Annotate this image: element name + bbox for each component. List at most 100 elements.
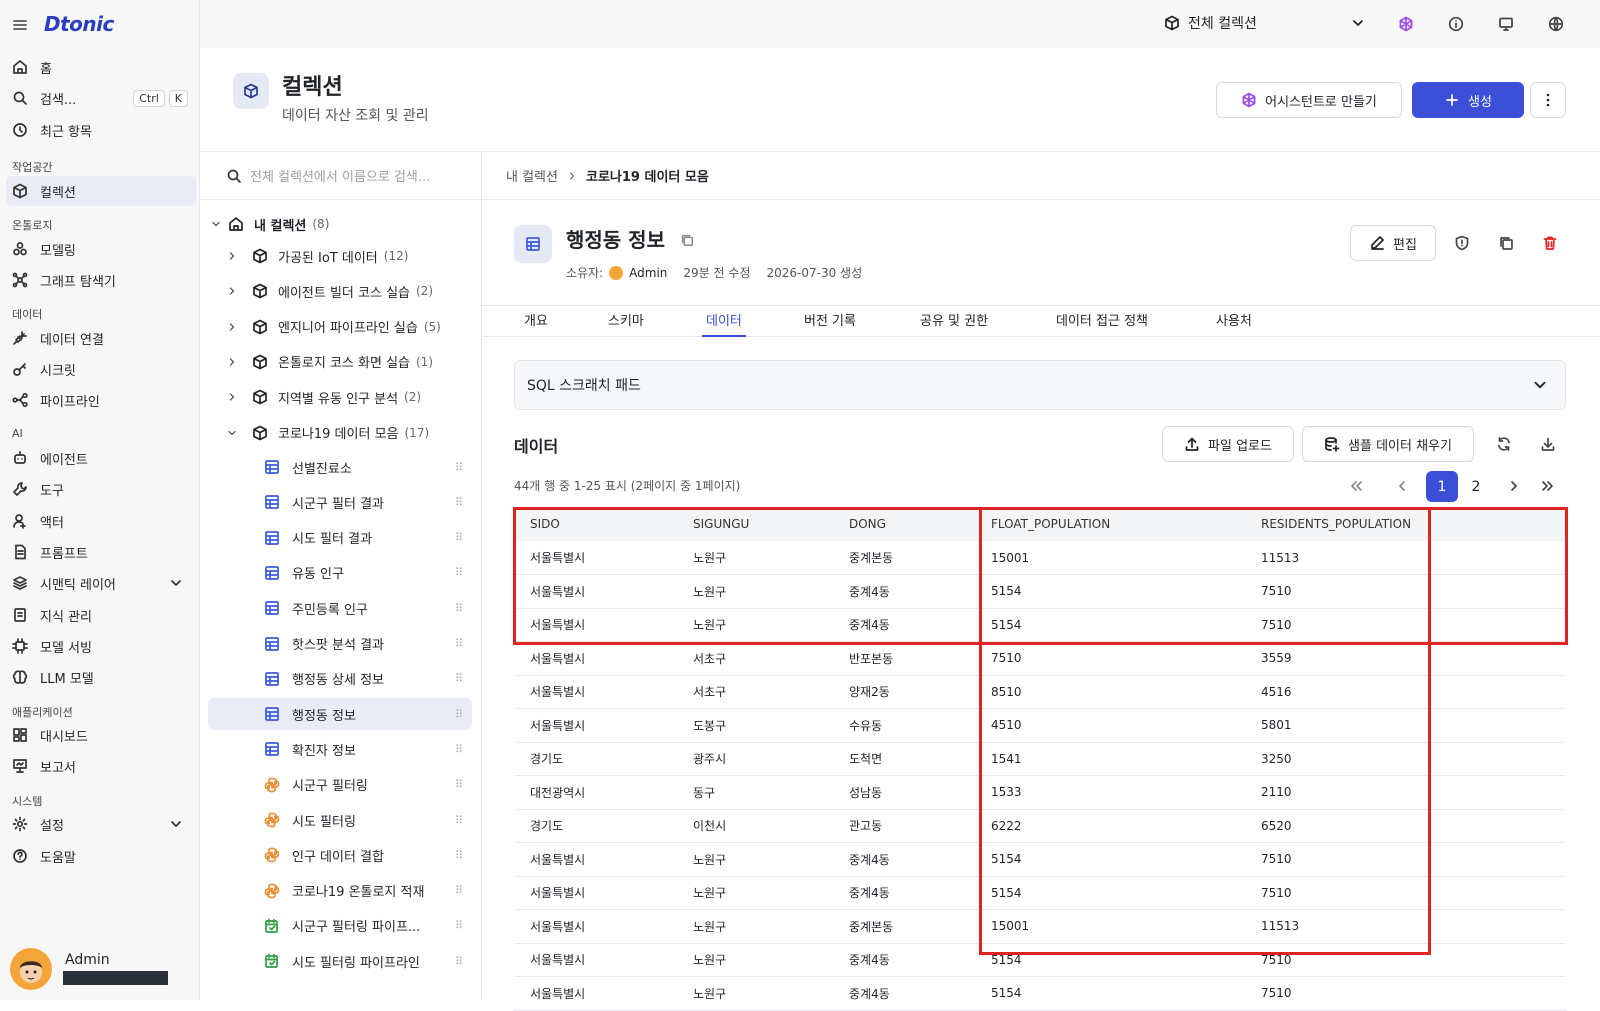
table-row[interactable]: 서울특별시 노원구 중계4동 5154 7510 (514, 842, 1566, 877)
tree-leaf[interactable]: 시군구 필터 결과 ⠿ (208, 486, 472, 518)
tree-leaf[interactable]: 유동 인구 ⠿ (208, 557, 472, 589)
tree-leaf[interactable]: 핫스팟 분석 결과 ⠿ (208, 628, 472, 660)
sidebar-item-llm[interactable]: LLM 모델 (6, 662, 196, 692)
drag-handle-icon[interactable]: ⠿ (455, 919, 463, 932)
drag-handle-icon[interactable]: ⠿ (455, 672, 463, 685)
collection-select[interactable]: 전체 컬렉션 (1164, 8, 1366, 38)
drag-handle-icon[interactable]: ⠿ (455, 884, 463, 897)
sidebar-item-pipeline[interactable]: 파이프라인 (6, 385, 196, 415)
download-icon[interactable] (1540, 436, 1556, 452)
monitor-icon[interactable] (1498, 16, 1514, 32)
column-header[interactable]: FLOAT_POPULATION (975, 507, 1245, 541)
drag-handle-icon[interactable]: ⠿ (455, 461, 463, 474)
drag-handle-icon[interactable]: ⠿ (455, 496, 463, 509)
table-row[interactable]: 서울특별시 노원구 중계4동 5154 7510 (514, 876, 1566, 910)
app-logo[interactable]: Dtonic (44, 12, 114, 36)
tree-folder[interactable]: 온톨로지 코스 화면 실습 (1) (226, 346, 433, 378)
duplicate-icon[interactable] (1498, 235, 1514, 251)
sidebar-item-graph[interactable]: 그래프 탐색기 (6, 265, 196, 295)
copy-icon[interactable] (680, 233, 694, 247)
page-1-button[interactable]: 1 (1426, 471, 1458, 502)
tree-leaf[interactable]: 시도 필터링 ⠿ (208, 804, 472, 836)
table-row[interactable]: 서울특별시 노원구 중계본동 15001 11513 (514, 541, 1566, 575)
create-button[interactable]: 생성 (1412, 82, 1524, 118)
breadcrumb-parent[interactable]: 내 컬렉션 (506, 166, 558, 185)
tree-folder[interactable]: 가공된 IoT 데이터 (12) (226, 240, 408, 272)
prev-page-icon[interactable] (1394, 478, 1410, 494)
column-header[interactable]: SIDO (514, 507, 677, 541)
last-page-icon[interactable] (1540, 478, 1556, 494)
menu-icon[interactable] (12, 17, 28, 33)
assistant-button[interactable]: 어시스턴트로 만들기 (1216, 82, 1402, 118)
sidebar-item-collection[interactable]: 컬렉션 (6, 176, 196, 206)
refresh-icon[interactable] (1496, 436, 1512, 452)
drag-handle-icon[interactable]: ⠿ (455, 708, 463, 721)
tree-leaf[interactable]: 행정동 정보 ⠿ (208, 698, 472, 731)
tab-item[interactable]: 개요 (524, 310, 548, 329)
drag-handle-icon[interactable]: ⠿ (455, 531, 463, 544)
sidebar-item-agent[interactable]: 에이전트 (6, 443, 196, 473)
table-row[interactable]: 서울특별시 노원구 중계4동 5154 7510 (514, 574, 1566, 609)
column-header[interactable]: RESIDENTS_POPULATION (1245, 507, 1566, 541)
table-row[interactable]: 서울특별시 노원구 중계4동 5154 7510 (514, 608, 1566, 642)
tab-item[interactable]: 사용처 (1216, 310, 1252, 329)
sidebar-item-actor[interactable]: 액터 (6, 506, 196, 536)
drag-handle-icon[interactable]: ⠿ (455, 778, 463, 791)
avatar[interactable] (10, 948, 52, 990)
edit-button[interactable]: 편집 (1350, 225, 1436, 261)
tree-folder[interactable]: 에이전트 빌더 코스 실습 (2) (226, 275, 433, 307)
tree-leaf[interactable]: 선별진료소 ⠿ (208, 451, 472, 483)
column-header[interactable]: DONG (833, 507, 975, 541)
sidebar-item-help[interactable]: 도움말 (6, 841, 196, 871)
tree-folder[interactable]: 코로나19 데이터 모음 (17) (226, 417, 429, 449)
drag-handle-icon[interactable]: ⠿ (455, 602, 463, 615)
table-row[interactable]: 서울특별시 노원구 중계4동 5154 7510 (514, 943, 1566, 977)
more-options-button[interactable] (1530, 82, 1566, 118)
assistant-icon[interactable] (1398, 16, 1414, 32)
sidebar-item-settings[interactable]: 설정 (6, 809, 196, 839)
sample-data-button[interactable]: 샘플 데이터 채우기 (1302, 426, 1474, 462)
chevron-down-icon[interactable] (168, 816, 184, 832)
next-page-icon[interactable] (1506, 478, 1522, 494)
tree-leaf[interactable]: 행정동 상세 정보 ⠿ (208, 663, 472, 695)
table-row[interactable]: 서울특별시 도봉구 수유동 4510 5801 (514, 708, 1566, 743)
table-row[interactable]: 경기도 광주시 도척면 1541 3250 (514, 742, 1566, 776)
shield-icon[interactable] (1454, 235, 1470, 251)
sidebar-item-modeling[interactable]: 모델링 (6, 234, 196, 264)
table-row[interactable]: 대전광역시 동구 성남동 1533 2110 (514, 775, 1566, 810)
drag-handle-icon[interactable]: ⠿ (455, 743, 463, 756)
drag-handle-icon[interactable]: ⠿ (455, 566, 463, 579)
table-row[interactable]: 서울특별시 노원구 중계본동 15001 11513 (514, 909, 1566, 944)
drag-handle-icon[interactable]: ⠿ (455, 955, 463, 968)
tree-folder[interactable]: 지역별 유동 인구 분석 (2) (226, 381, 421, 413)
sidebar-item-secret[interactable]: 시크릿 (6, 354, 196, 384)
sidebar-item-dashboard[interactable]: 대시보드 (6, 720, 196, 750)
tree-folder[interactable]: 엔지니어 파이프라인 실습 (5) (226, 311, 441, 343)
sidebar-item-semantic[interactable]: 시맨틱 레이어 (6, 568, 196, 598)
tree-leaf[interactable]: 주민등록 인구 ⠿ (208, 592, 472, 624)
tree-leaf[interactable]: 시도 필터링 파이프라인 ⠿ (208, 945, 472, 977)
table-row[interactable]: 서울특별시 서초구 반포본동 7510 3559 (514, 641, 1566, 676)
sidebar-item-serving[interactable]: 모델 서빙 (6, 631, 196, 661)
sidebar-item-tool[interactable]: 도구 (6, 474, 196, 504)
drag-handle-icon[interactable]: ⠿ (455, 849, 463, 862)
first-page-icon[interactable] (1348, 478, 1364, 494)
column-header[interactable]: SIGUNGU (677, 507, 833, 541)
table-row[interactable]: 서울특별시 노원구 중계4동 5154 7510 (514, 976, 1566, 1011)
tree-leaf[interactable]: 시군구 필터링 파이프... ⠿ (208, 910, 472, 942)
sidebar-item-report[interactable]: 보고서 (6, 751, 196, 781)
tree-leaf[interactable]: 코로나19 온톨로지 적재 ⠿ (208, 875, 472, 907)
sidebar-item-search[interactable]: 검색... Ctrl K (6, 83, 196, 113)
sidebar-item-connect[interactable]: 데이터 연결 (6, 323, 196, 353)
sidebar-item-home[interactable]: 홈 (6, 52, 196, 82)
sidebar-item-recent[interactable]: 최근 항목 (6, 115, 196, 145)
upload-button[interactable]: 파일 업로드 (1162, 426, 1294, 462)
table-row[interactable]: 서울특별시 서초구 양재2동 8510 4516 (514, 675, 1566, 709)
drag-handle-icon[interactable]: ⠿ (455, 637, 463, 650)
tree-leaf[interactable]: 확진자 정보 ⠿ (208, 733, 472, 765)
table-row[interactable]: 경기도 이천시 관고동 6222 6520 (514, 809, 1566, 843)
chevron-down-icon[interactable] (168, 575, 184, 591)
tree-root[interactable]: 내 컬렉션 (8) (210, 208, 329, 240)
tree-leaf[interactable]: 시군구 필터링 ⠿ (208, 769, 472, 801)
sidebar-item-knowledge[interactable]: 지식 관리 (6, 600, 196, 630)
